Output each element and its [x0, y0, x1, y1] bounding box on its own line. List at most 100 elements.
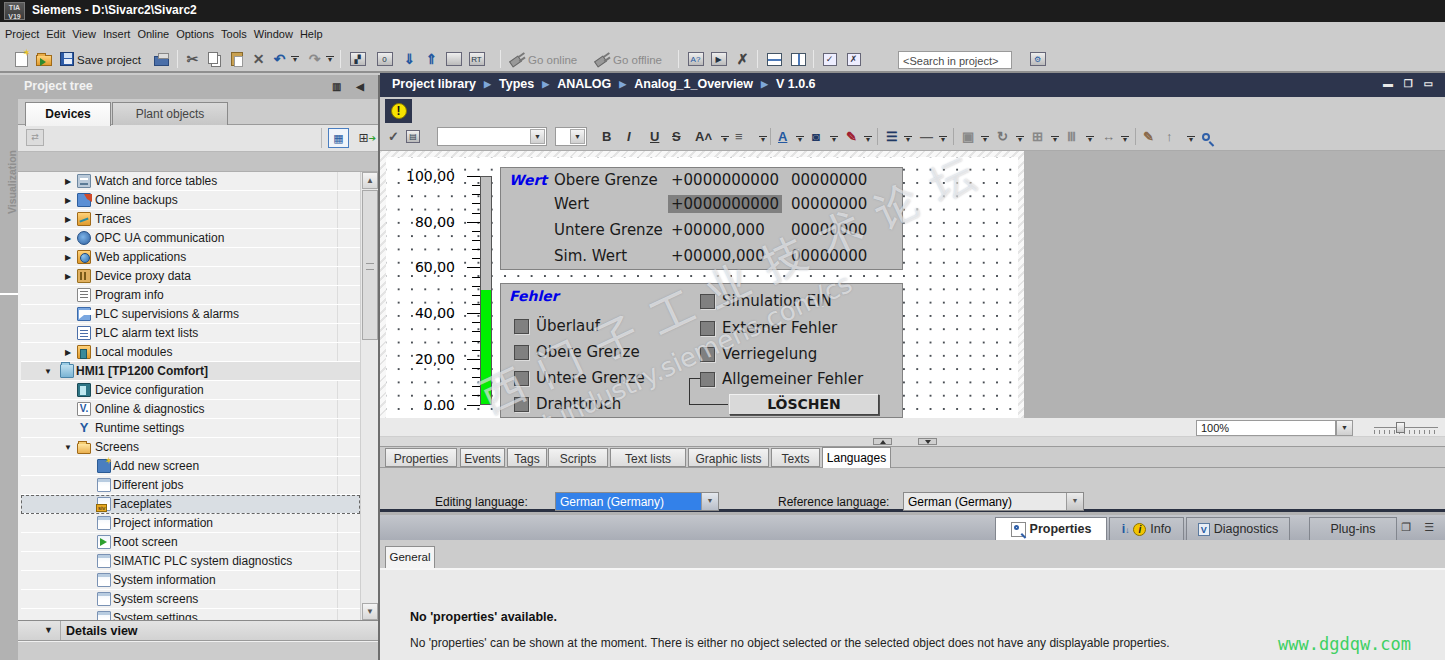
line-style-icon[interactable]: ☰ [886, 127, 898, 146]
breadcrumb-segment[interactable]: Types [499, 77, 534, 91]
expand-icon[interactable]: ▶ [63, 215, 73, 224]
table-export-icon[interactable]: ⊞➔ [353, 128, 374, 148]
dropdown-arrow[interactable]: ▾ [938, 135, 948, 144]
undo-icon[interactable]: ↶ [270, 50, 289, 68]
line-weight-icon[interactable]: — [920, 127, 933, 146]
tree-item-system-information[interactable]: System information [21, 571, 360, 590]
zoom-slider-handle[interactable] [1396, 422, 1405, 433]
wert-value-field[interactable]: +0000000000 [668, 195, 782, 213]
expand-icon[interactable]: ▶ [63, 253, 73, 262]
inspector-tab-info[interactable]: i↓iInfo [1109, 517, 1184, 540]
tab-scroll-down-button[interactable] [918, 438, 937, 445]
hmi-canvas[interactable]: 100,0080,0060,0040,0020,000.00 Wert Ober… [380, 151, 1024, 418]
underline-icon[interactable]: U [650, 127, 659, 146]
checkbox--berlauf[interactable] [514, 319, 529, 334]
tree-item-root-screen[interactable]: Root screen [21, 533, 360, 552]
checkbox-externer-fehler[interactable] [700, 321, 715, 336]
details-chevron-icon[interactable]: ▼ [44, 625, 53, 635]
wert-value-field-2[interactable]: 00000000 [791, 247, 867, 265]
tree-item-watch-and-force-tables[interactable]: ▶Watch and force tables [21, 172, 360, 191]
font-color-icon[interactable]: A [778, 127, 787, 146]
border-color-icon[interactable]: ✎ [846, 127, 857, 146]
bold-icon[interactable]: B [602, 127, 611, 146]
go-online-icon[interactable] [507, 50, 526, 68]
tab-text-lists[interactable]: Text lists [610, 448, 686, 467]
tab-events[interactable]: Events [460, 448, 505, 467]
expand-icon[interactable]: ▶ [63, 272, 73, 281]
warning-tab[interactable]: ! [385, 99, 412, 123]
details-view-bar[interactable]: ▼ Details view [18, 620, 378, 641]
dropdown-arrow[interactable]: ▾ [829, 135, 839, 144]
monitor-icon[interactable] [444, 50, 463, 68]
collapse-icon[interactable]: ▼ [63, 443, 73, 452]
accessible-devices-icon[interactable]: A? [686, 50, 705, 68]
menu-options[interactable]: Options [173, 24, 217, 44]
scroll-down-button[interactable]: ▼ [362, 603, 378, 620]
wert-value-field[interactable]: +0000000000 [671, 171, 779, 189]
scroll-thumb[interactable] [362, 190, 378, 340]
tree-item-plc-alarm-text-lists[interactable]: PLC alarm text lists [21, 324, 360, 343]
copy-icon[interactable] [205, 50, 224, 68]
open-project-icon[interactable] [34, 50, 53, 68]
project-tree-header-icons[interactable]: ▥ ◀ [332, 81, 370, 92]
tree-item-plc-supervisions-alarms[interactable]: PLC supervisions & alarms [21, 305, 360, 324]
start-runtime-icon[interactable]: RT [467, 50, 486, 68]
dropdown-arrow[interactable]: ▾ [1015, 135, 1025, 144]
dropdown-arrow[interactable]: ▾ [795, 135, 805, 144]
dropdown-arrow[interactable]: ▾ [1186, 135, 1196, 144]
list-view-icon[interactable]: ▦ [328, 128, 349, 148]
split-horizontal-icon[interactable] [765, 50, 784, 68]
reference-language-select[interactable]: German (Germany)▼ [903, 492, 1084, 511]
tree-item-project-information[interactable]: Project information [21, 514, 360, 533]
dropdown-arrow[interactable]: ▾ [720, 135, 730, 144]
tab-graphic-lists[interactable]: Graphic lists [688, 448, 769, 467]
save-project-icon[interactable] [57, 50, 76, 68]
go-online-button[interactable]: Go online [528, 54, 577, 66]
zoom-dropdown-button[interactable]: ▼ [1336, 420, 1353, 436]
tab-texts[interactable]: Texts [771, 448, 820, 467]
keep-tags-icon[interactable]: ✓ [820, 50, 839, 68]
zoom-select-icon[interactable] [1202, 127, 1210, 146]
wert-value-field[interactable]: +00000,000 [671, 247, 765, 265]
font-size-select[interactable]: ▼ [555, 127, 587, 146]
tree-item-system-settings[interactable]: System settings [21, 609, 360, 620]
tree-item-faceplates[interactable]: Faceplates [21, 495, 360, 514]
download-icon[interactable]: ⇓ [400, 50, 419, 68]
tree-item-online-diagnostics[interactable]: V.Online & diagnostics [21, 400, 360, 419]
confirm-icon[interactable]: ✓ [388, 127, 399, 146]
tree-item-screens[interactable]: ▼Screens [21, 438, 360, 457]
inspector-tab-plug-ins[interactable]: Plug-ins [1309, 517, 1397, 540]
align-objects-icon[interactable]: ⊞ [1032, 127, 1043, 146]
menu-online[interactable]: Online [134, 24, 172, 44]
tree-item-different-jobs[interactable]: Different jobs [21, 476, 360, 495]
expand-icon[interactable]: ▶ [63, 348, 73, 357]
tab-general[interactable]: General [385, 546, 435, 568]
loeschen-button[interactable]: LÖSCHEN [729, 394, 879, 415]
split-vertical-icon[interactable] [789, 50, 808, 68]
tree-tab-devices[interactable]: Devices [25, 102, 111, 126]
sidebar-tab-visualization[interactable]: Visualization [0, 77, 18, 295]
scroll-up-button[interactable]: ▲ [362, 172, 378, 189]
wert-value-field-2[interactable]: 00000000 [791, 221, 867, 239]
breadcrumb-segment[interactable]: Analog_1_Overview [634, 77, 753, 91]
layer-icon[interactable]: ▣ [962, 127, 974, 146]
font-size-up-icon[interactable]: A˄ [695, 127, 712, 146]
inspector-window-controls[interactable]: ❐ ☰ [1401, 521, 1439, 534]
device-swap-icon[interactable]: ⇄ [26, 129, 44, 146]
tab-tags[interactable]: Tags [507, 448, 547, 467]
save-project-button[interactable]: Save project [77, 54, 141, 66]
menu-insert[interactable]: Insert [100, 24, 134, 44]
dropdown-arrow[interactable]: ▾ [290, 55, 300, 64]
dropdown-arrow[interactable]: ▾ [1085, 135, 1095, 144]
inspector-tab-properties[interactable]: Properties [995, 517, 1107, 540]
menu-view[interactable]: View [69, 24, 99, 44]
go-offline-icon[interactable] [592, 50, 611, 68]
zoom-level-select[interactable]: 100% [1196, 420, 1336, 436]
editing-language-select[interactable]: German (Germany)▼ [555, 492, 719, 511]
tree-item-online-backups[interactable]: ▶Online backups [21, 191, 360, 210]
tree-item-local-modules[interactable]: ▶Local modules [21, 343, 360, 362]
menu-help[interactable]: Help [297, 24, 326, 44]
checkbox-untere-grenze[interactable] [514, 371, 529, 386]
font-name-select[interactable]: ▼ [437, 127, 547, 146]
checkbox-obere-grenze[interactable] [514, 345, 529, 360]
